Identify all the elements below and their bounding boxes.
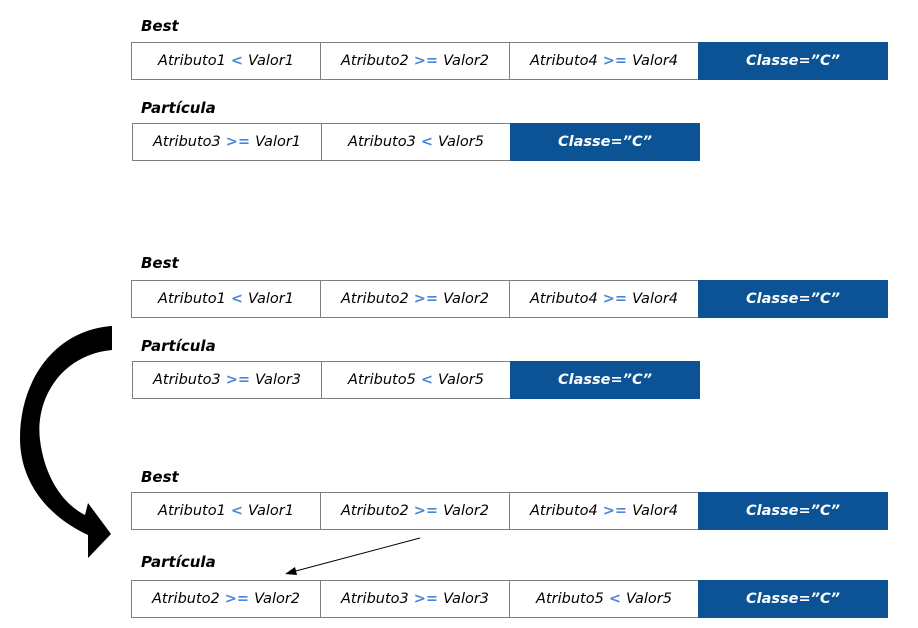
arrows-overlay — [20, 326, 421, 575]
curved-transition-arrow — [20, 326, 112, 558]
copy-condition-arrow — [291, 537, 421, 573]
copy-condition-arrowhead — [285, 567, 297, 575]
